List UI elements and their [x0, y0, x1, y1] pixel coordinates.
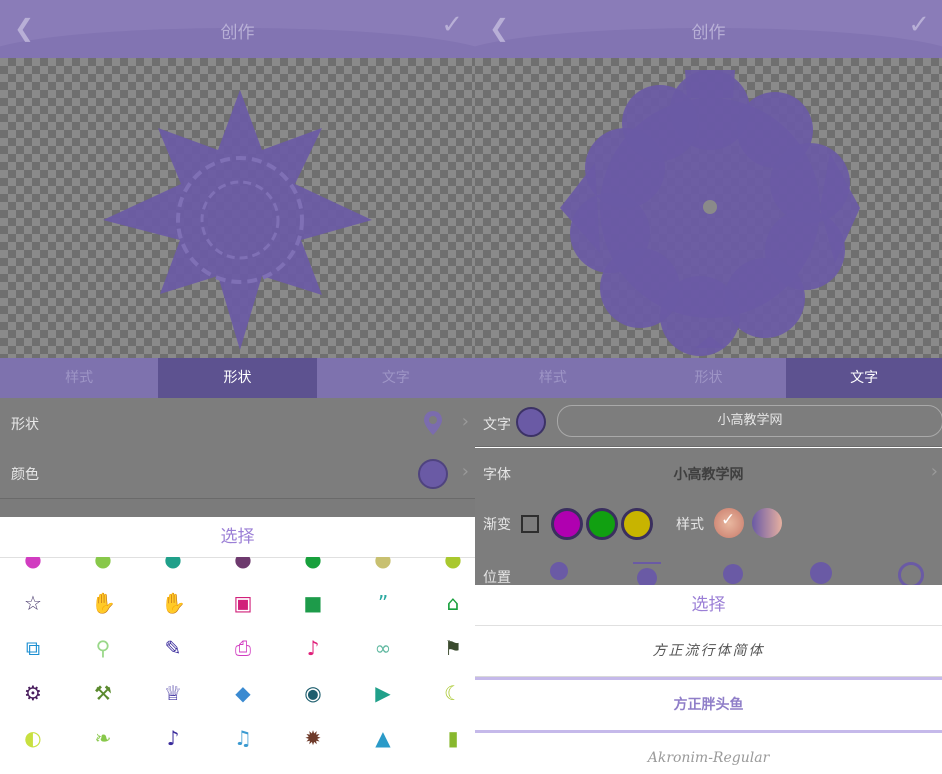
- tag-icon[interactable]: ◆: [231, 681, 255, 705]
- gear-icon[interactable]: ⚙: [21, 681, 45, 705]
- chevron-right-icon: ›: [930, 461, 938, 482]
- partial-icon[interactable]: ●: [161, 557, 185, 571]
- thumbs-down-icon[interactable]: ✋: [161, 591, 186, 615]
- color-setting-label: 颜色: [11, 467, 39, 483]
- quote-icon[interactable]: ”: [371, 591, 395, 615]
- map-pin-icon: [424, 411, 442, 435]
- text-input[interactable]: 小高教学网: [557, 405, 942, 437]
- moon-icon[interactable]: ☾: [441, 681, 465, 705]
- style-option[interactable]: [752, 508, 782, 538]
- font-option[interactable]: 方正流行体简体: [475, 626, 942, 677]
- style-setting-label: 样式: [676, 517, 704, 533]
- star-outline-icon[interactable]: ☆: [21, 591, 45, 615]
- thumbs-up-icon[interactable]: ✋: [91, 591, 116, 615]
- megaphone-icon[interactable]: ▶: [371, 681, 395, 705]
- gradient-color-2[interactable]: [586, 508, 618, 540]
- print-icon[interactable]: ⎙: [231, 636, 255, 660]
- shape-editor-screen: ❮ 创作 ✓ 样式 形状 文字 形状 › 颜色 › 选择 ● ● ● ● ● ● ● ☆ ✋ ✋ ▣…: [0, 0, 475, 774]
- alert-badge-icon[interactable]: ✹: [301, 726, 325, 750]
- page-title: 创作: [220, 23, 255, 43]
- icon-grid: ● ● ● ● ● ● ● ☆ ✋ ✋ ▣ ■ ” ⌂ ⧉ ⚲ ✎ ⎙ ♪ ∞ ⚑ ⚙ ⚒ ♕ ◆ ◉ ▶ ☾ ◐ ❧ ♪ ♫ ✹ ▲ ▮: [0, 557, 475, 774]
- font-value: 小高教学网: [673, 467, 744, 483]
- text-setting-row: 文字 小高教学网: [475, 398, 942, 447]
- color-setting-row[interactable]: 颜色 ›: [0, 448, 475, 499]
- checkmark-icon[interactable]: ✓: [908, 10, 930, 40]
- flower-center-dot: [703, 200, 717, 214]
- text-editor-screen: ❮ 创作 ✓ 样式 形状 文字 文字 小高教学网 字体 小高教学网 › 渐变 样…: [475, 0, 942, 774]
- page-title: 创作: [691, 23, 726, 43]
- home-icon[interactable]: ⌂: [441, 591, 465, 615]
- tab-text[interactable]: 文字: [317, 358, 475, 398]
- flower-shape-artwork: [560, 70, 860, 356]
- search-icon[interactable]: ⚲: [91, 636, 115, 660]
- tab-shape[interactable]: 形状: [158, 358, 317, 398]
- palette-icon[interactable]: ◐: [21, 726, 45, 750]
- star-shape: [103, 90, 372, 350]
- chevron-right-icon: ›: [461, 411, 469, 432]
- editor-tabs: 样式 形状 文字: [475, 358, 942, 398]
- partial-icon[interactable]: ●: [441, 557, 465, 571]
- color-swatch[interactable]: [418, 459, 448, 489]
- partial-icon[interactable]: ●: [301, 557, 325, 571]
- partial-icon[interactable]: ●: [371, 557, 395, 571]
- position-option-line: [633, 562, 661, 564]
- shape-setting-row[interactable]: 形状 ›: [0, 398, 475, 449]
- text-setting-label: 文字: [483, 417, 511, 433]
- position-setting-label: 位置: [483, 570, 511, 586]
- trophy-icon[interactable]: ♕: [161, 681, 185, 705]
- design-canvas[interactable]: [475, 58, 942, 358]
- font-picker-sheet: 选择 方正流行体简体 方正胖头鱼 Akronim-Regular: [475, 585, 942, 774]
- gradient-setting-row: 渐变 样式 ✓: [475, 498, 942, 549]
- graduation-cap-icon[interactable]: ▲: [371, 726, 395, 750]
- tab-style[interactable]: 样式: [475, 358, 631, 398]
- chevron-right-icon: ›: [461, 461, 469, 482]
- music-notes-icon[interactable]: ♫: [231, 726, 255, 750]
- tab-shape[interactable]: 形状: [631, 358, 787, 398]
- gradient-checkbox[interactable]: [521, 515, 539, 533]
- text-color-swatch[interactable]: [516, 407, 546, 437]
- picker-title: 选择: [0, 517, 475, 558]
- position-option-bottom[interactable]: [810, 562, 832, 584]
- tools-icon[interactable]: ⚒: [91, 681, 115, 705]
- camera-icon[interactable]: ◉: [301, 681, 325, 705]
- picker-title: 选择: [475, 585, 942, 626]
- book-icon[interactable]: ▮: [441, 726, 465, 750]
- partial-icon[interactable]: ●: [231, 557, 255, 571]
- partial-icon[interactable]: ●: [91, 557, 115, 571]
- position-option-top[interactable]: [550, 562, 568, 580]
- flashlight-icon[interactable]: ✎: [161, 636, 185, 660]
- checkmark-icon[interactable]: ✓: [441, 10, 463, 40]
- chat-bubbles-icon[interactable]: ▣: [231, 591, 255, 615]
- shape-setting-label: 形状: [11, 417, 39, 433]
- design-canvas[interactable]: [0, 58, 475, 358]
- gradient-setting-label: 渐变: [483, 517, 511, 533]
- link-icon[interactable]: ∞: [371, 636, 395, 660]
- bell-icon[interactable]: ♪: [301, 636, 325, 660]
- star-shape-artwork: [103, 90, 372, 350]
- font-option[interactable]: Akronim-Regular: [475, 733, 942, 774]
- tab-text[interactable]: 文字: [786, 358, 942, 398]
- copy-icon[interactable]: ⧉: [21, 636, 45, 660]
- flag-icon[interactable]: ⚑: [441, 636, 465, 660]
- music-note-icon[interactable]: ♪: [161, 726, 185, 750]
- header-bar: ❮ 创作 ✓: [0, 0, 475, 58]
- partial-icon[interactable]: ●: [21, 557, 45, 571]
- leaf-icon[interactable]: ❧: [91, 726, 115, 750]
- header-bar: ❮ 创作 ✓: [475, 0, 942, 58]
- comment-icon[interactable]: ■: [301, 591, 325, 615]
- checkmark-icon: ✓: [721, 510, 736, 530]
- editor-tabs: 样式 形状 文字: [0, 358, 475, 398]
- font-setting-row[interactable]: 字体 小高教学网 ›: [475, 448, 942, 499]
- style-option-selected[interactable]: ✓: [714, 508, 744, 538]
- gradient-color-3[interactable]: [621, 508, 653, 540]
- font-option-selected[interactable]: 方正胖头鱼: [475, 677, 942, 733]
- gradient-color-1[interactable]: [551, 508, 583, 540]
- tab-style[interactable]: 样式: [0, 358, 158, 398]
- position-option-center[interactable]: [723, 564, 743, 584]
